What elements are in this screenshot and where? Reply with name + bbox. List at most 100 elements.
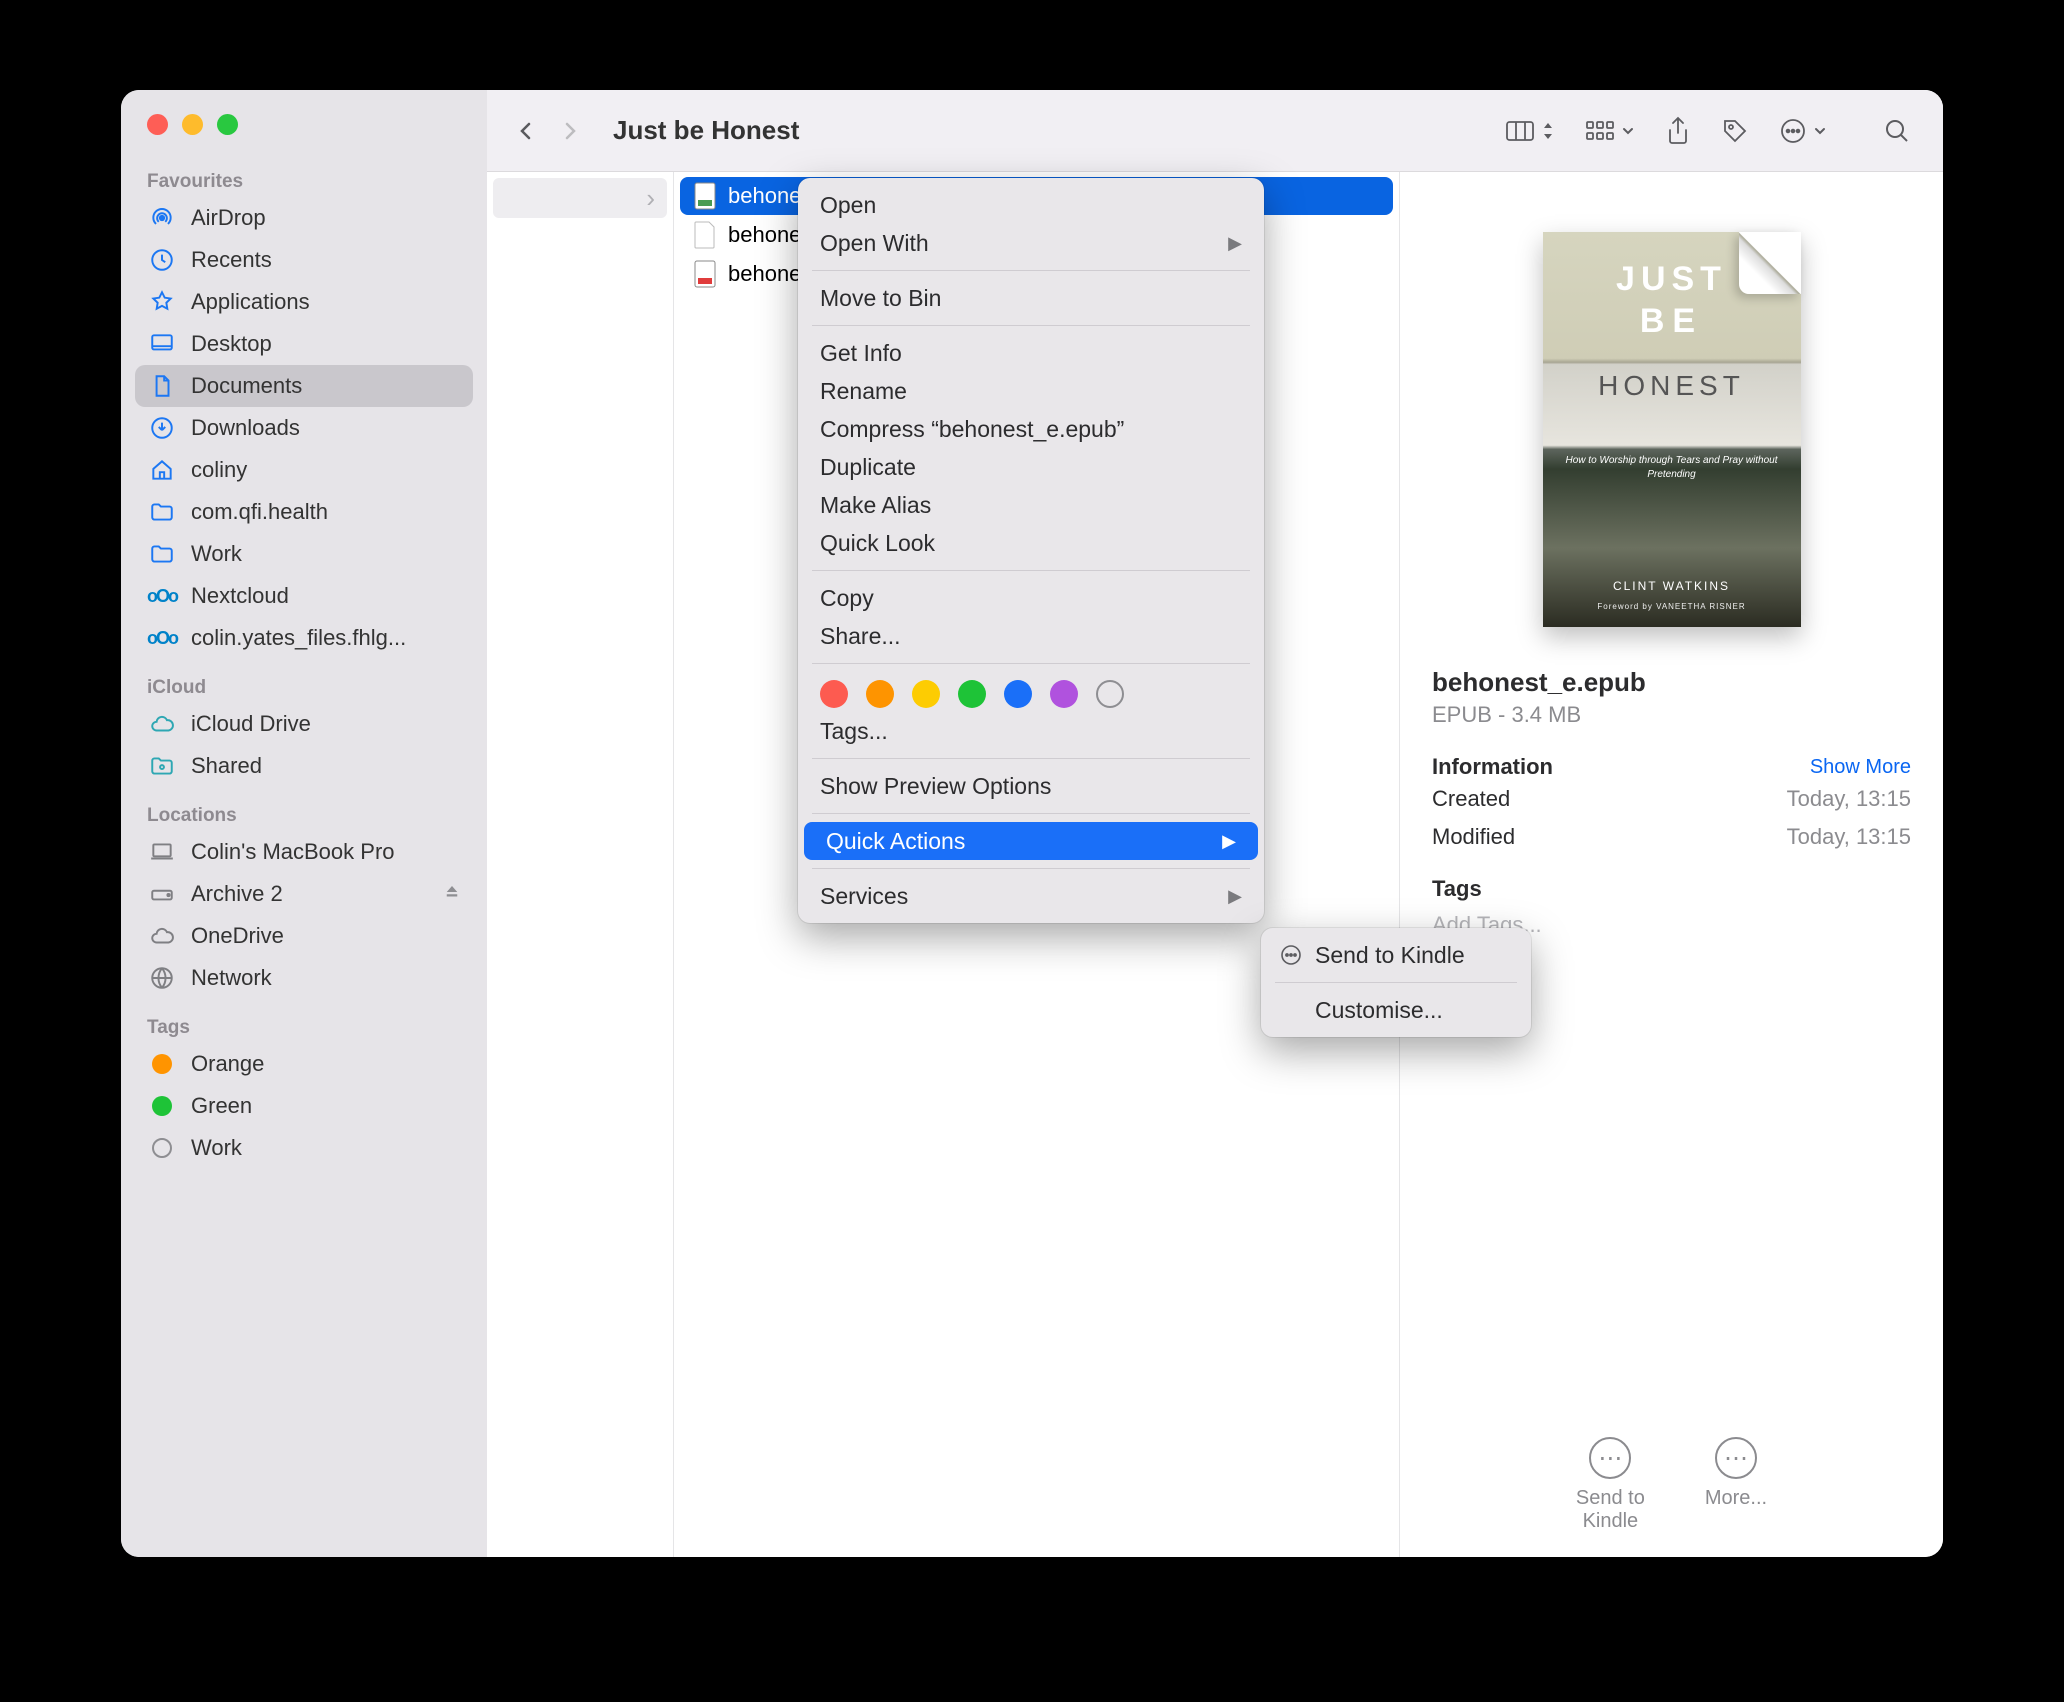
nextcloud-icon: oOo <box>147 583 177 609</box>
close-window-button[interactable] <box>147 114 168 135</box>
group-button[interactable] <box>1585 120 1635 142</box>
tag-color-yellow[interactable] <box>912 680 940 708</box>
ctx-tag-color-row <box>798 672 1264 712</box>
locations-heading: Locations <box>135 787 473 831</box>
file-icon-epub <box>692 181 718 211</box>
ctx-quick-look[interactable]: Quick Look <box>798 524 1264 562</box>
sidebar-item-work[interactable]: Work <box>135 533 473 575</box>
ctx-quick-actions[interactable]: Quick Actions▶ <box>804 822 1258 860</box>
home-icon <box>147 457 177 483</box>
ctx-tags[interactable]: Tags... <box>798 712 1264 750</box>
folder-icon <box>147 499 177 525</box>
ctx-copy[interactable]: Copy <box>798 579 1264 617</box>
show-more-button[interactable]: Show More <box>1810 756 1911 779</box>
ctx-services[interactable]: Services▶ <box>798 877 1264 915</box>
page-curl-icon <box>1739 232 1801 294</box>
sidebar-tag-orange[interactable]: Orange <box>135 1043 473 1085</box>
sidebar-item-nextcloud[interactable]: oOoNextcloud <box>135 575 473 617</box>
sidebar-item-icloud-drive[interactable]: iCloud Drive <box>135 703 473 745</box>
tags-heading: Tags <box>135 999 473 1043</box>
dots-circle-icon: ⋯ <box>1715 1437 1757 1479</box>
download-icon <box>147 415 177 441</box>
submenu-customise[interactable]: Customise... <box>1261 991 1531 1029</box>
view-mode-button[interactable] <box>1505 119 1555 143</box>
tag-color-red[interactable] <box>820 680 848 708</box>
sidebar-item-network[interactable]: Network <box>135 957 473 999</box>
sidebar-item-downloads[interactable]: Downloads <box>135 407 473 449</box>
book-cover-preview: JUST BE HONEST How to Worship through Te… <box>1543 232 1801 627</box>
ctx-make-alias[interactable]: Make Alias <box>798 486 1264 524</box>
ctx-rename[interactable]: Rename <box>798 372 1264 410</box>
tag-color-purple[interactable] <box>1050 680 1078 708</box>
tag-dot-icon <box>152 1138 172 1158</box>
ctx-open-with[interactable]: Open With▶ <box>798 224 1264 262</box>
favourites-heading: Favourites <box>135 153 473 197</box>
sidebar-item-recents[interactable]: Recents <box>135 239 473 281</box>
globe-icon <box>147 965 177 991</box>
chevron-right-icon: ▶ <box>1228 233 1242 254</box>
sidebar-item-archive[interactable]: Archive 2 <box>135 873 473 915</box>
sidebar-item-macbook[interactable]: Colin's MacBook Pro <box>135 831 473 873</box>
airdrop-icon <box>147 205 177 231</box>
icloud-icon <box>147 711 177 737</box>
sidebar-item-documents[interactable]: Documents <box>135 365 473 407</box>
ctx-get-info[interactable]: Get Info <box>798 334 1264 372</box>
ctx-compress[interactable]: Compress “behonest_e.epub” <box>798 410 1264 448</box>
quick-action-more[interactable]: ⋯ More... <box>1705 1437 1767 1533</box>
dots-circle-icon: ⋯ <box>1589 1437 1631 1479</box>
ctx-show-preview-options[interactable]: Show Preview Options <box>798 767 1264 805</box>
tag-color-none[interactable] <box>1096 680 1124 708</box>
chevron-right-icon: ▶ <box>1222 831 1236 852</box>
minimize-window-button[interactable] <box>182 114 203 135</box>
parent-folder-row[interactable] <box>493 178 667 218</box>
tag-color-blue[interactable] <box>1004 680 1032 708</box>
tags-button[interactable] <box>1721 117 1749 145</box>
shared-folder-icon <box>147 753 177 779</box>
sidebar-tag-work[interactable]: Work <box>135 1127 473 1169</box>
eject-icon[interactable] <box>443 881 461 907</box>
doc-icon <box>147 373 177 399</box>
forward-button[interactable] <box>549 110 591 152</box>
sidebar-item-nextcloud-files[interactable]: oOocolin.yates_files.fhlg... <box>135 617 473 659</box>
file-icon-blank <box>692 220 718 250</box>
sidebar-item-qfi[interactable]: com.qfi.health <box>135 491 473 533</box>
search-button[interactable] <box>1883 117 1911 145</box>
ctx-open[interactable]: Open <box>798 186 1264 224</box>
sidebar-item-home[interactable]: coliny <box>135 449 473 491</box>
sidebar-item-applications[interactable]: Applications <box>135 281 473 323</box>
clock-icon <box>147 247 177 273</box>
info-row-modified: ModifiedToday, 13:15 <box>1432 818 1911 856</box>
column-parent <box>487 172 674 1557</box>
tag-dot-icon <box>152 1054 172 1074</box>
desktop-icon <box>147 331 177 357</box>
zoom-window-button[interactable] <box>217 114 238 135</box>
sidebar-item-airdrop[interactable]: AirDrop <box>135 197 473 239</box>
main-content: Just be Honest <box>487 90 1943 1557</box>
submenu-send-to-kindle[interactable]: Send to Kindle <box>1261 936 1531 974</box>
hdd-icon <box>147 881 177 907</box>
toolbar: Just be Honest <box>487 90 1943 172</box>
ctx-share[interactable]: Share... <box>798 617 1264 655</box>
info-row-created: CreatedToday, 13:15 <box>1432 780 1911 818</box>
sidebar-item-desktop[interactable]: Desktop <box>135 323 473 365</box>
quick-action-send-kindle[interactable]: ⋯ Send to Kindle <box>1576 1437 1645 1533</box>
chevron-right-icon: ▶ <box>1228 886 1242 907</box>
back-button[interactable] <box>505 110 547 152</box>
ctx-duplicate[interactable]: Duplicate <box>798 448 1264 486</box>
icloud-heading: iCloud <box>135 659 473 703</box>
context-menu: Open Open With▶ Move to Bin Get Info Ren… <box>798 178 1264 923</box>
sidebar-item-shared[interactable]: Shared <box>135 745 473 787</box>
share-button[interactable] <box>1665 116 1691 146</box>
preview-filename: behonest_e.epub <box>1424 667 1919 698</box>
finder-window: Favourites AirDrop Recents Applications … <box>121 90 1943 1557</box>
content-area: behonest_e.epub behonest_e.mobi behonest… <box>487 172 1943 1557</box>
action-button[interactable] <box>1779 117 1827 145</box>
sidebar: Favourites AirDrop Recents Applications … <box>121 90 487 1557</box>
ctx-move-to-bin[interactable]: Move to Bin <box>798 279 1264 317</box>
quick-actions-submenu: Send to Kindle Customise... <box>1261 928 1531 1037</box>
tag-color-orange[interactable] <box>866 680 894 708</box>
tag-color-green[interactable] <box>958 680 986 708</box>
sidebar-tag-green[interactable]: Green <box>135 1085 473 1127</box>
apps-icon <box>147 289 177 315</box>
sidebar-item-onedrive[interactable]: OneDrive <box>135 915 473 957</box>
